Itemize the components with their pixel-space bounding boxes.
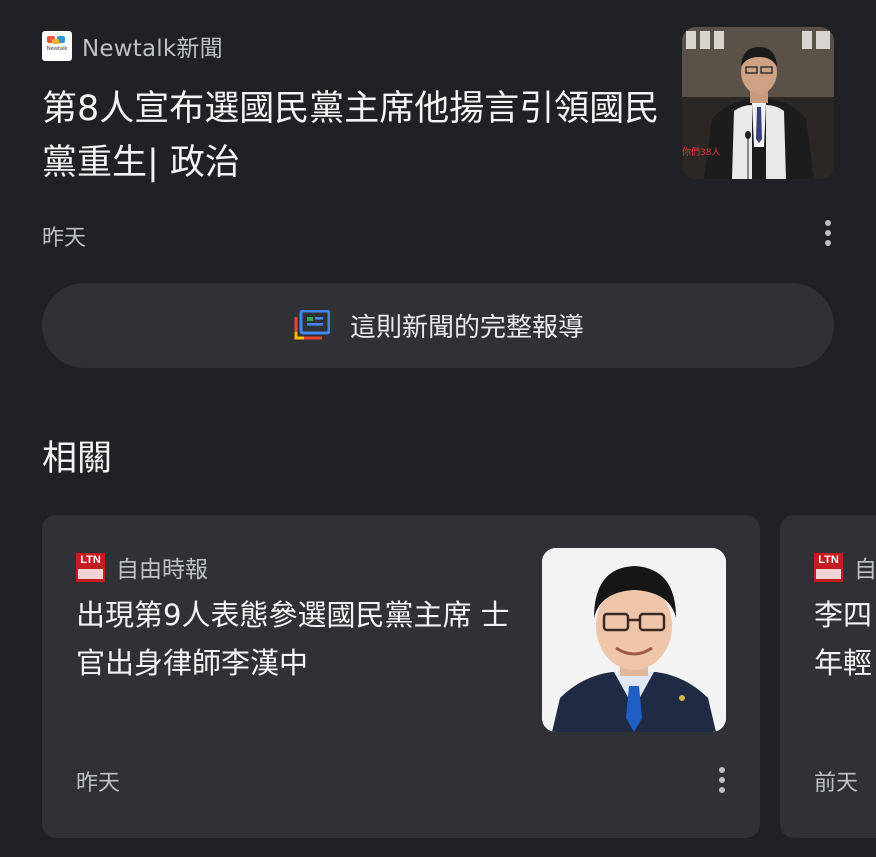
article-thumbnail[interactable]: 你們38人 [682,27,834,179]
related-section-title: 相關 [42,439,113,479]
more-options-button[interactable] [816,213,840,253]
related-card[interactable]: LTN 自 李四 年輕 前天 [780,515,876,838]
card-source-name: 自由時報 [116,557,208,583]
card-title[interactable]: 出現第9人表態參選國民黨主席 士官出身律師李漢中 [76,591,516,687]
related-card[interactable]: LTN 自由時報 出現第9人表態參選國民黨主席 士官出身律師李漢中 昨天 [42,515,760,838]
full-coverage-label: 這則新聞的完整報導 [349,313,584,343]
more-vert-icon [825,220,831,226]
card-source-name: 自 [854,557,876,583]
card-date: 前天 [814,771,859,796]
article-source: Newtalk Newtalk新聞 [42,30,223,62]
thumbnail-caption: 你們38人 [682,146,720,158]
card-source: LTN 自 [814,551,876,583]
ltn-logo-text: LTN [818,553,839,566]
more-vert-icon [719,767,725,773]
person-at-podium-image: 你們38人 [682,27,834,179]
card-title-line: 年輕 [814,646,873,680]
card-date: 昨天 [76,771,121,796]
ltn-logo-icon: LTN [814,552,843,582]
article-date: 昨天 [42,226,87,251]
card-title-line: 李四 [814,598,873,632]
full-coverage-button[interactable]: 這則新聞的完整報導 [42,283,834,368]
portrait-image [542,548,726,732]
ltn-logo-icon: LTN [76,552,105,582]
newtalk-logo-icon: Newtalk [42,31,72,61]
card-source: LTN 自由時報 [76,551,208,583]
card-title[interactable]: 李四 年輕 [814,591,872,687]
card-thumbnail[interactable] [542,548,726,732]
source-name: Newtalk新聞 [82,36,223,62]
card-more-options-button[interactable] [710,760,734,800]
newtalk-logo-text: Newtalk [46,46,68,52]
ltn-logo-text: LTN [80,553,101,566]
full-coverage-icon [294,309,330,339]
article-headline[interactable]: 第8人宣布選國民黨主席他揚言引領國民黨重生| 政治 [42,82,672,190]
news-feed-page: Newtalk Newtalk新聞 第8人宣布選國民黨主席他揚言引領國民黨重生|… [0,0,876,857]
